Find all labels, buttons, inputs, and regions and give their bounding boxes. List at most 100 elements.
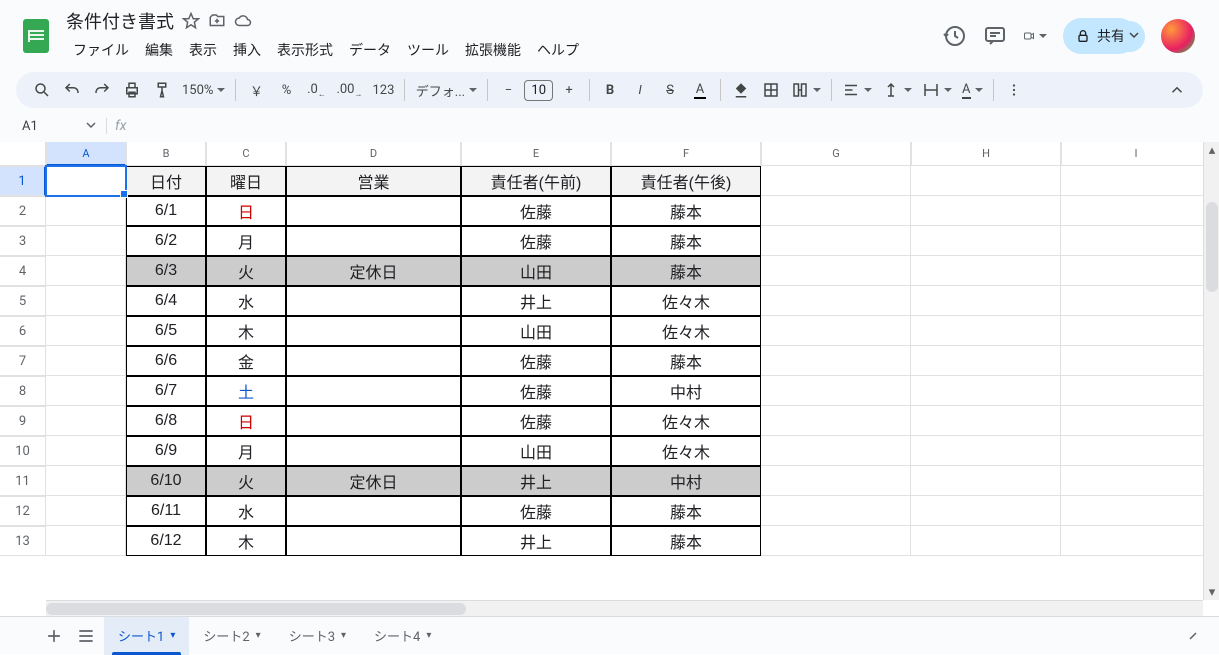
cell-E12[interactable]: 佐藤 [461, 496, 611, 526]
add-sheet-button[interactable] [40, 622, 68, 650]
bold-button[interactable]: B [596, 76, 624, 104]
row-header-2[interactable]: 2 [0, 196, 46, 226]
search-menus-icon[interactable] [28, 76, 56, 104]
cell-A5[interactable] [46, 286, 126, 316]
cell-A7[interactable] [46, 346, 126, 376]
menu-0[interactable]: ファイル [66, 36, 136, 64]
cell-E3[interactable]: 佐藤 [461, 226, 611, 256]
cell-G8[interactable] [761, 376, 911, 406]
cell-D10[interactable] [286, 436, 461, 466]
cell-A9[interactable] [46, 406, 126, 436]
row-header-10[interactable]: 10 [0, 436, 46, 466]
cell-I12[interactable] [1061, 496, 1211, 526]
cell-A3[interactable] [46, 226, 126, 256]
cell-I9[interactable] [1061, 406, 1211, 436]
cell-D6[interactable] [286, 316, 461, 346]
cell-G9[interactable] [761, 406, 911, 436]
cell-B6[interactable]: 6/5 [126, 316, 206, 346]
column-header-G[interactable]: G [761, 142, 911, 166]
cell-F4[interactable]: 藤本 [611, 256, 761, 286]
cell-D4[interactable]: 定休日 [286, 256, 461, 286]
cell-A12[interactable] [46, 496, 126, 526]
cell-C9[interactable]: 日 [206, 406, 286, 436]
row-header-4[interactable]: 4 [0, 256, 46, 286]
cell-B10[interactable]: 6/9 [126, 436, 206, 466]
row-header-12[interactable]: 12 [0, 496, 46, 526]
cell-G6[interactable] [761, 316, 911, 346]
cell-B3[interactable]: 6/2 [126, 226, 206, 256]
cell-C2[interactable]: 日 [206, 196, 286, 226]
cell-I2[interactable] [1061, 196, 1211, 226]
sheet-tab-menu-icon[interactable]: ▾ [341, 630, 346, 641]
meet-icon[interactable] [1023, 24, 1047, 48]
column-header-D[interactable]: D [286, 142, 461, 166]
all-sheets-button[interactable] [72, 622, 100, 650]
star-icon[interactable] [182, 12, 200, 30]
cell-H6[interactable] [911, 316, 1061, 346]
cell-A11[interactable] [46, 466, 126, 496]
cell-I1[interactable] [1061, 166, 1211, 196]
menu-6[interactable]: ツール [400, 36, 456, 64]
cell-I10[interactable] [1061, 436, 1211, 466]
cell-C7[interactable]: 金 [206, 346, 286, 376]
menu-4[interactable]: 表示形式 [270, 36, 340, 64]
cell-E11[interactable]: 井上 [461, 466, 611, 496]
cell-D12[interactable] [286, 496, 461, 526]
cell-H5[interactable] [911, 286, 1061, 316]
cell-C3[interactable]: 月 [206, 226, 286, 256]
cell-C13[interactable]: 木 [206, 526, 286, 556]
fill-color-button[interactable] [727, 76, 755, 104]
cell-C8[interactable]: 土 [206, 376, 286, 406]
text-wrap-button[interactable] [918, 76, 956, 104]
cell-E5[interactable]: 井上 [461, 286, 611, 316]
cell-C5[interactable]: 水 [206, 286, 286, 316]
currency-button[interactable]: ￥ [242, 76, 270, 104]
cell-A13[interactable] [46, 526, 126, 556]
cell-F10[interactable]: 佐々木 [611, 436, 761, 466]
vertical-scroll-thumb[interactable] [1206, 202, 1218, 292]
cell-C11[interactable]: 火 [206, 466, 286, 496]
sheets-logo[interactable] [16, 16, 56, 56]
cell-F8[interactable]: 中村 [611, 376, 761, 406]
column-header-C[interactable]: C [206, 142, 286, 166]
explore-button[interactable] [1179, 622, 1207, 650]
cell-G12[interactable] [761, 496, 911, 526]
sheet-tab-menu-icon[interactable]: ▾ [256, 630, 261, 641]
cell-E1[interactable]: 責任者(午前) [461, 166, 611, 196]
scroll-up-icon[interactable]: ▴ [1204, 142, 1219, 158]
cell-H4[interactable] [911, 256, 1061, 286]
row-header-3[interactable]: 3 [0, 226, 46, 256]
cell-D13[interactable] [286, 526, 461, 556]
cell-F5[interactable]: 佐々木 [611, 286, 761, 316]
cell-G13[interactable] [761, 526, 911, 556]
scroll-down-icon[interactable]: ▾ [1204, 584, 1219, 600]
move-icon[interactable] [208, 12, 226, 30]
comments-icon[interactable] [983, 24, 1007, 48]
cell-I3[interactable] [1061, 226, 1211, 256]
cell-B1[interactable]: 日付 [126, 166, 206, 196]
column-header-A[interactable]: A [46, 142, 126, 166]
column-header-I[interactable]: I [1061, 142, 1211, 166]
share-dropdown[interactable] [1123, 21, 1145, 52]
cell-D5[interactable] [286, 286, 461, 316]
name-box-dropdown[interactable] [80, 119, 102, 134]
zoom-select[interactable]: 150% [178, 76, 229, 104]
font-size-input[interactable]: 10 [524, 80, 553, 101]
cell-G7[interactable] [761, 346, 911, 376]
percent-button[interactable]: % [272, 76, 300, 104]
cell-B12[interactable]: 6/11 [126, 496, 206, 526]
vertical-align-button[interactable] [878, 76, 916, 104]
paint-format-icon[interactable] [148, 76, 176, 104]
column-header-B[interactable]: B [126, 142, 206, 166]
cell-A8[interactable] [46, 376, 126, 406]
cell-I11[interactable] [1061, 466, 1211, 496]
borders-button[interactable] [757, 76, 785, 104]
cell-E2[interactable]: 佐藤 [461, 196, 611, 226]
cell-F3[interactable]: 藤本 [611, 226, 761, 256]
increase-decimal-button[interactable]: .00→ [332, 76, 366, 104]
cell-G2[interactable] [761, 196, 911, 226]
cell-C6[interactable]: 木 [206, 316, 286, 346]
cell-H7[interactable] [911, 346, 1061, 376]
cell-G11[interactable] [761, 466, 911, 496]
cell-E4[interactable]: 山田 [461, 256, 611, 286]
